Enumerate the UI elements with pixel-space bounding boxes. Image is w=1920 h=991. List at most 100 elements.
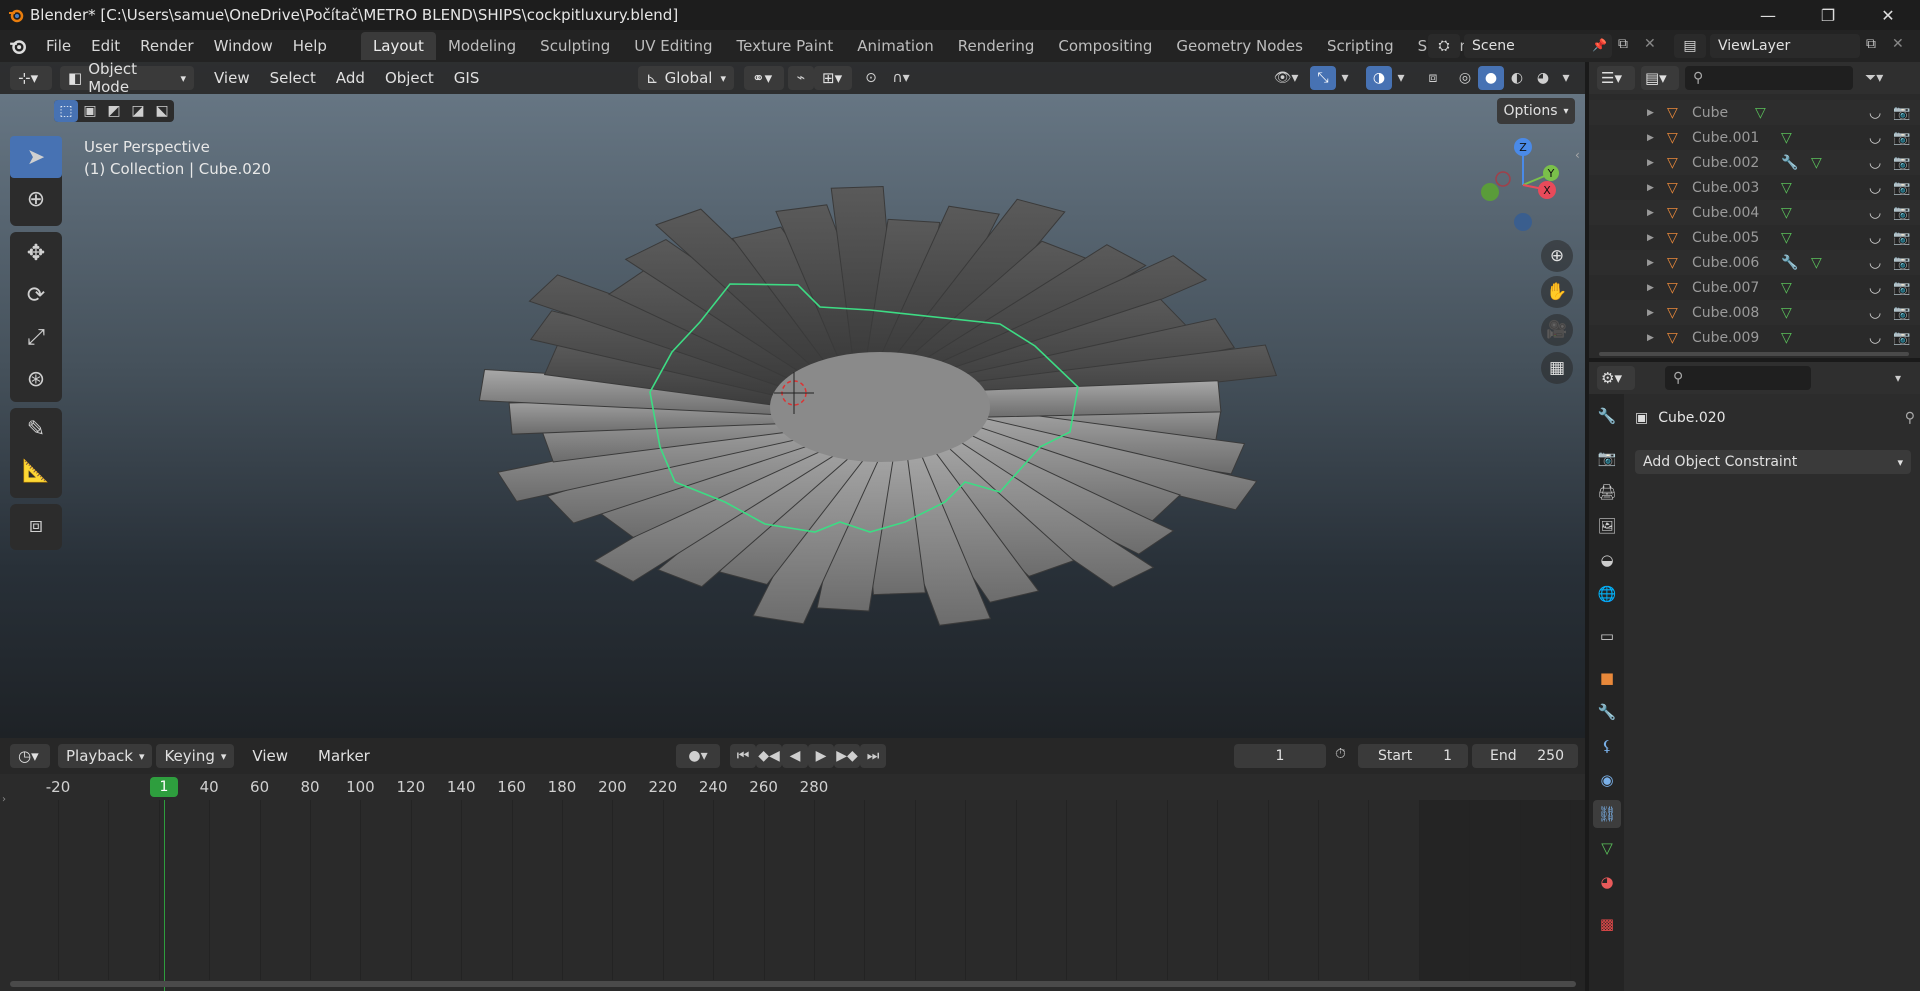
visibility-eye-icon[interactable]: ◡ [1869, 155, 1881, 171]
outliner-item[interactable]: ▶ ▽ Cube.002 🔧 ▽ ◡ 📷 [1589, 150, 1920, 175]
timeline-ruler[interactable] [0, 774, 1585, 800]
playhead-frame-badge[interactable]: 1 [150, 777, 178, 797]
jump-start-icon[interactable]: ⏮ [730, 744, 756, 768]
zoom-icon[interactable]: ⊕ [1541, 240, 1573, 272]
select-extend-icon[interactable]: ▣ [78, 100, 102, 122]
jump-end-icon[interactable]: ⏭ [860, 744, 886, 768]
texture-tab-icon[interactable]: ▩ [1593, 910, 1621, 938]
visibility-eye-icon[interactable]: ◡ [1869, 255, 1881, 271]
pin-icon[interactable]: 📌 [1592, 38, 1607, 52]
chevron-down-icon[interactable]: ▾ [1556, 66, 1576, 90]
expand-arrow-icon[interactable]: ▶ [1647, 233, 1654, 243]
mesh-data-icon[interactable]: ▽ [1781, 330, 1792, 346]
cursor-tool-icon[interactable]: ⊕ [10, 178, 62, 220]
menu-object[interactable]: Object [377, 66, 442, 90]
tab-texture-paint[interactable]: Texture Paint [724, 32, 845, 60]
modifier-icon[interactable]: 🔧 [1781, 155, 1798, 171]
play-icon[interactable]: ▶ [808, 744, 834, 768]
render-camera-icon[interactable]: 📷 [1893, 230, 1910, 246]
mode-dropdown[interactable]: ◧ Object Mode ▾ [60, 62, 194, 96]
material-tab-icon[interactable]: ◕ [1593, 868, 1621, 896]
orientation-dropdown[interactable]: ⊾ Global ▾ [638, 66, 734, 90]
timeline-editor[interactable]: ◷▾ Playback ▾ Keying ▾ View Marker ●▾ ⏮ ◆◀… [0, 738, 1622, 991]
modifier-tab-icon[interactable]: 🔧 [1593, 698, 1621, 726]
collection-tab-icon[interactable]: ▭ [1593, 622, 1621, 650]
outliner-item[interactable]: ▶ ▽ Cube.008 ▽ ◡ 📷 [1589, 300, 1920, 325]
outliner-item[interactable]: ▶ ▽ Cube.004 ▽ ◡ 📷 [1589, 200, 1920, 225]
current-frame-field[interactable]: 1 [1234, 744, 1326, 768]
stopwatch-icon[interactable]: ⏱ [1335, 746, 1346, 762]
menu-add[interactable]: Add [328, 66, 373, 90]
select-box-tool-icon[interactable]: ➤ [10, 136, 62, 178]
expand-arrow-icon[interactable]: ▶ [1647, 183, 1654, 193]
outliner-item-name[interactable]: Cube.001 [1692, 130, 1759, 146]
visibility-eye-icon[interactable]: ◡ [1869, 180, 1881, 196]
delete-scene-icon[interactable]: ✕ [1644, 36, 1656, 52]
outliner-search-input[interactable]: ⚲ [1685, 66, 1853, 90]
camera-view-icon[interactable]: 🎥 [1541, 314, 1573, 346]
outliner-item-name[interactable]: Cube.002 [1692, 155, 1759, 171]
pin-icon[interactable]: ⚲ [1905, 410, 1915, 426]
visibility-eye-icon[interactable]: ◡ [1869, 305, 1881, 321]
expand-arrow-icon[interactable]: ▶ [1647, 208, 1654, 218]
view-layer-name-field[interactable]: ViewLayer [1710, 34, 1860, 58]
tab-layout[interactable]: Layout [360, 32, 436, 60]
render-camera-icon[interactable]: 📷 [1893, 255, 1910, 271]
render-camera-icon[interactable]: 📷 [1893, 330, 1910, 346]
mesh-data-icon[interactable]: ▽ [1781, 280, 1792, 296]
visibility-eye-icon[interactable]: ◡ [1869, 280, 1881, 296]
move-tool-icon[interactable]: ✥ [10, 232, 62, 274]
start-frame-field[interactable]: Start 1 [1358, 744, 1468, 768]
expand-arrow-icon[interactable]: ▶ [1647, 333, 1654, 343]
prev-keyframe-icon[interactable]: ◆◀ [756, 744, 782, 768]
menu-help[interactable]: Help [283, 33, 337, 59]
scene-name-field[interactable]: Scene [1464, 34, 1612, 58]
add-cube-tool-icon[interactable]: ⧈ [10, 504, 62, 546]
visibility-eye-icon[interactable]: ◡ [1869, 105, 1881, 121]
outliner-scrollbar[interactable] [1599, 352, 1909, 356]
menu-window[interactable]: Window [204, 33, 283, 59]
display-mode-icon[interactable]: ▤▾ [1641, 66, 1679, 90]
outliner-item[interactable]: ▶ ▽ Cube.005 ▽ ◡ 📷 [1589, 225, 1920, 250]
restore-button[interactable]: ❐ [1800, 0, 1856, 30]
outliner-item-name[interactable]: Cube.008 [1692, 305, 1759, 321]
mesh-data-icon[interactable]: ▽ [1755, 105, 1766, 121]
options-dropdown[interactable]: Options ▾ [1497, 98, 1575, 124]
measure-tool-icon[interactable]: 📐 [10, 450, 62, 492]
outliner-item-name[interactable]: Cube.003 [1692, 180, 1759, 196]
modifier-icon[interactable]: 🔧 [1781, 255, 1798, 271]
expand-arrow-icon[interactable]: ▶ [1647, 283, 1654, 293]
menu-gis[interactable]: GIS [446, 66, 488, 90]
3d-viewport[interactable]: ⊹▾ ◧ Object Mode ▾ View Select Add Objec… [0, 62, 1585, 738]
chevron-down-icon[interactable]: ▾ [1895, 371, 1901, 385]
mesh-data-icon[interactable]: ▽ [1811, 255, 1822, 271]
next-keyframe-icon[interactable]: ▶◆ [834, 744, 860, 768]
expand-arrow-icon[interactable]: ▶ [1647, 308, 1654, 318]
tab-rendering[interactable]: Rendering [946, 32, 1047, 60]
render-camera-icon[interactable]: 📷 [1893, 155, 1910, 171]
view-layer-selector-icon[interactable]: ▤ [1674, 34, 1706, 58]
chevron-down-icon[interactable]: ▾ [1336, 66, 1354, 90]
timeline-view-menu[interactable]: View [244, 744, 296, 768]
world-tab-icon[interactable]: 🌐 [1593, 580, 1621, 608]
select-difference-icon[interactable]: ◪ [126, 100, 150, 122]
minimize-button[interactable]: — [1740, 0, 1796, 30]
properties-editor[interactable]: ⚙▾ ⚲ ▾ 🔧 📷 🖨 🖼 ◒ 🌐 ▭ ■ 🔧 ⚸ ◉ ⛓ ▽ ◕ ▩ ▣ C… [1589, 362, 1920, 991]
annotate-tool-icon[interactable]: ✎ [10, 408, 62, 450]
mesh-data-icon[interactable]: ▽ [1781, 230, 1792, 246]
outliner-item-name[interactable]: Cube.006 [1692, 255, 1759, 271]
select-intersect-icon[interactable]: ⬕ [150, 100, 174, 122]
tab-sculpting[interactable]: Sculpting [528, 32, 622, 60]
expand-arrow-icon[interactable]: ▶ [1647, 133, 1654, 143]
pan-hand-icon[interactable]: ✋ [1541, 276, 1573, 308]
outliner-item[interactable]: ▶ ▽ Cube.001 ▽ ◡ 📷 [1589, 125, 1920, 150]
sidebar-toggle-icon[interactable]: ‹ [1575, 148, 1580, 162]
outliner-item[interactable]: ▶ ▽ Cube.007 ▽ ◡ 📷 [1589, 275, 1920, 300]
horizontal-scrollbar[interactable] [10, 981, 1576, 987]
add-object-constraint-dropdown[interactable]: Add Object Constraint ▾ [1635, 450, 1911, 474]
outliner-item-name[interactable]: Cube [1692, 105, 1728, 121]
rotate-tool-icon[interactable]: ⟳ [10, 274, 62, 316]
outliner-item[interactable]: ▶ ▽ Cube.009 ▽ ◡ 📷 [1589, 325, 1920, 350]
menu-select[interactable]: Select [262, 66, 324, 90]
solid-shading-icon[interactable]: ● [1478, 66, 1504, 90]
